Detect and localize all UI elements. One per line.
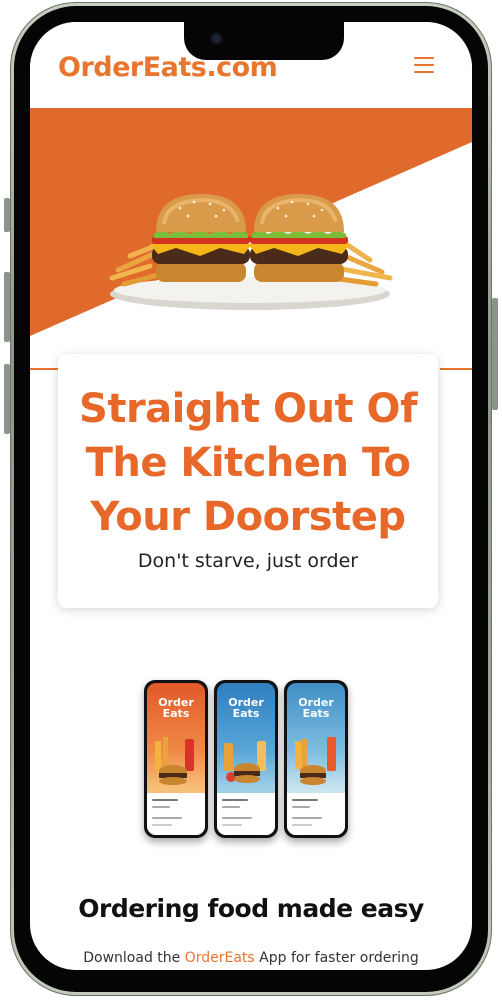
camera-notch [184,22,344,60]
hamburger-menu-icon [414,57,434,59]
hero-tagline: Don't starve, just order [137,550,359,572]
volume-down-button [4,364,10,434]
app-food-icon [155,737,194,785]
power-button [492,298,498,410]
hero-divider-right [440,368,472,370]
app-mockup-orange: Order Eats [144,680,208,838]
app-food-icon [295,737,336,785]
hero-banner [30,108,472,368]
volume-up-button [4,272,10,342]
burger-right [248,194,350,282]
app-mockups-image[interactable]: Order Eats Order Eats Order Eats [138,680,366,850]
device-stage: OrderEats.com Straight Out Of The Kitche… [0,0,502,1000]
app-food-icon [224,741,266,783]
burgers-plate-image [109,194,393,310]
app-promo-subtitle: Download the OrderEats App for faster or… [83,950,419,966]
burger-left [150,194,252,282]
hamburger-menu-button[interactable] [414,56,436,74]
app-mockup-light-blue: Order Eats [284,680,348,838]
hero-headline-card: Straight Out Of The Kitchen To Your Door… [58,354,438,608]
phone-screen: OrderEats.com Straight Out Of The Kitche… [30,22,472,970]
front-camera-icon [212,34,221,43]
mute-switch [4,198,10,232]
app-promo-title: Ordering food made easy [78,894,424,923]
app-brand-link[interactable]: OrderEats [185,950,255,966]
hero-headline: Straight Out Of The Kitchen To Your Door… [79,386,417,540]
app-mockup-blue: Order Eats [214,680,278,838]
